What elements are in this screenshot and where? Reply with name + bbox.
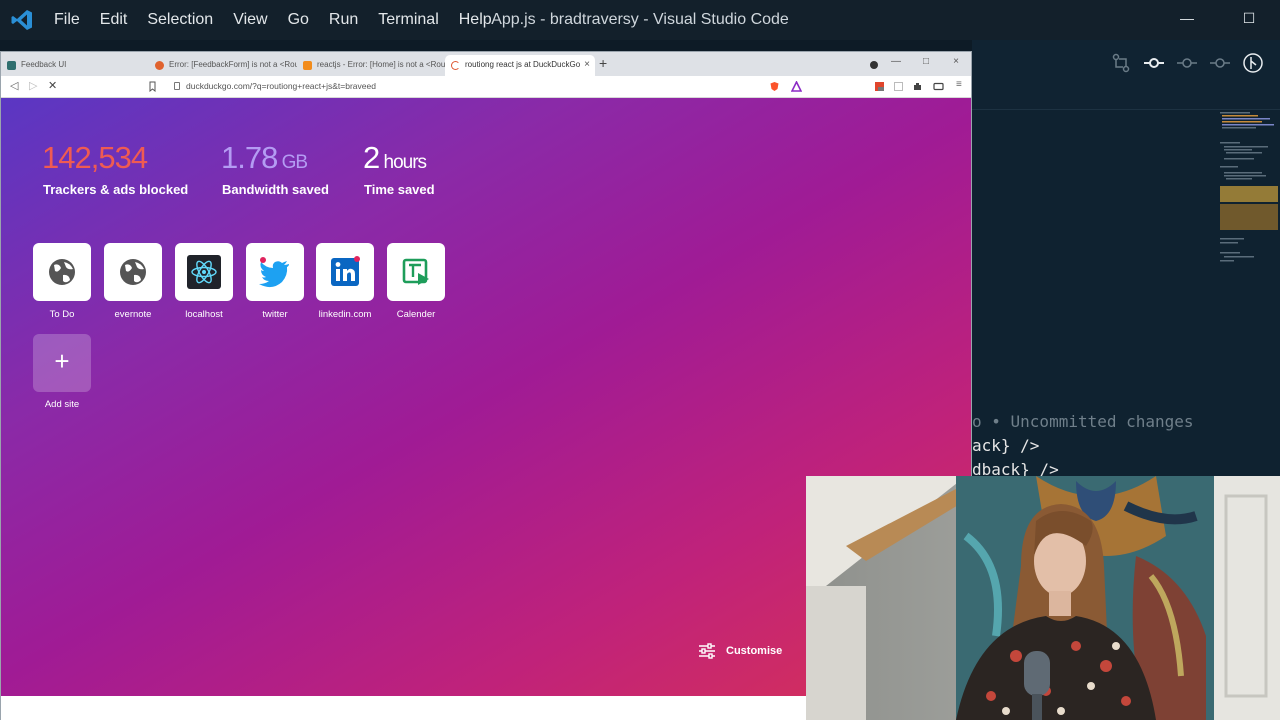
brave-favicon-icon (155, 61, 164, 70)
linkedin-icon (331, 256, 360, 286)
stop-icon[interactable]: ✕ (48, 79, 57, 92)
extension-icon[interactable] (893, 81, 904, 92)
git-blame-annotation: o • Uncommitted changes (972, 412, 1194, 431)
stat-value: 1.78 (221, 140, 278, 175)
react-icon (187, 255, 221, 289)
customise-button[interactable]: Customise (698, 643, 782, 659)
top-site-tile-todo[interactable] (33, 243, 91, 301)
add-site-button[interactable]: + (33, 334, 91, 392)
browser-minimize-button[interactable]: — (881, 52, 911, 76)
tile-label: evernote (114, 309, 152, 320)
minimize-button[interactable]: — (1156, 10, 1218, 27)
address-bar: ◁ ▷ ✕ duckduckgo.com/?q=routiong+react+j… (1, 76, 971, 98)
timeline-icon[interactable] (1242, 52, 1264, 74)
top-site-tile-calender[interactable] (387, 243, 445, 301)
source-control-compare-icon[interactable] (1110, 52, 1132, 74)
tab-strip: Feedback UI Error: [FeedbackForm] is not… (1, 52, 971, 76)
stat-unit: hours (379, 152, 428, 173)
bandwidth-label: Bandwidth saved (222, 182, 329, 197)
add-site-label: Add site (44, 399, 80, 410)
code-line: ack} /> (972, 436, 1040, 455)
top-site-tile-twitter[interactable] (246, 243, 304, 301)
tile-label: twitter (262, 309, 288, 320)
url-field[interactable]: duckduckgo.com/?q=routiong+react+js&t=br… (186, 81, 376, 91)
bookmark-icon[interactable] (147, 81, 158, 92)
git-next-icon[interactable] (1209, 52, 1231, 74)
window-title: App.js - bradtraversy - Visual Studio Co… (491, 11, 789, 28)
brave-shields-icon[interactable] (769, 81, 780, 92)
time-saved-label: Time saved (364, 182, 435, 197)
tab-label: routiong react js at DuckDuckGo (465, 60, 581, 69)
trackers-count: 142,534 (42, 140, 148, 176)
top-site-tile-evernote[interactable] (104, 243, 162, 301)
stackoverflow-favicon-icon (303, 61, 312, 70)
vscode-titlebar: File Edit Selection View Go Run Terminal… (0, 0, 1280, 40)
browser-maximize-button[interactable]: □ (911, 52, 941, 76)
twitter-icon (259, 257, 289, 288)
git-commit-icon[interactable] (1143, 52, 1165, 74)
loading-spinner-icon (451, 61, 460, 70)
tab-favicon-icon (7, 61, 16, 70)
tab-error-feedbackform[interactable]: Error: [FeedbackForm] is not a <Route> (149, 55, 297, 76)
code-snippet: o • Uncommitted changes ack} /> dback} /… (972, 410, 1212, 482)
back-icon[interactable]: ◁ (10, 79, 18, 92)
wallet-icon[interactable] (933, 81, 944, 92)
forward-icon[interactable]: ▷ (29, 79, 37, 92)
git-previous-icon[interactable] (1176, 52, 1198, 74)
tab-feedback-ui[interactable]: Feedback UI (1, 55, 149, 76)
editor-toolbar (972, 40, 1280, 110)
trackers-label: Trackers & ads blocked (43, 182, 189, 197)
minimap[interactable] (1218, 110, 1280, 310)
tab-label: reactjs - Error: [Home] is not a <Route> (317, 60, 445, 69)
tile-label: localhost (185, 309, 223, 320)
stat-unit: GB (277, 152, 308, 173)
tab-label: Feedback UI (21, 60, 67, 69)
record-indicator-icon (870, 61, 878, 69)
lock-icon[interactable] (174, 82, 180, 90)
browser-window-controls: — □ × (881, 52, 971, 76)
globe-icon (49, 259, 75, 285)
top-site-tile-linkedin[interactable] (316, 243, 374, 301)
tab-duckduckgo[interactable]: routiong react js at DuckDuckGo × (445, 55, 595, 76)
customise-label: Customise (726, 645, 783, 657)
time-saved: 2 hours (363, 140, 428, 176)
vscode-window-controls: — ☐ (1156, 10, 1280, 27)
maximize-button[interactable]: ☐ (1218, 10, 1280, 27)
new-tab-button[interactable]: + (599, 55, 607, 71)
tile-label: linkedin.com (318, 309, 372, 320)
sliders-icon (699, 643, 715, 659)
tab-label: Error: [FeedbackForm] is not a <Route> (169, 60, 297, 69)
bandwidth-saved: 1.78 GB (221, 140, 308, 176)
menu-icon[interactable]: ≡ (956, 79, 962, 90)
webcam-presenter-image (806, 476, 1280, 720)
browser-close-button[interactable]: × (941, 52, 971, 76)
stat-value: 142,534 (42, 140, 148, 175)
brave-rewards-icon[interactable] (791, 81, 802, 92)
extension-icon[interactable] (874, 81, 885, 92)
close-tab-icon[interactable]: × (584, 59, 590, 70)
puzzle-icon[interactable] (912, 81, 923, 92)
tile-label: Calender (396, 309, 436, 320)
top-site-tile-localhost[interactable] (175, 243, 233, 301)
tile-label: To Do (49, 309, 75, 320)
webcam-video (806, 476, 1280, 720)
stat-value: 2 (363, 140, 380, 175)
tab-reactjs-error[interactable]: reactjs - Error: [Home] is not a <Route> (297, 55, 445, 76)
calendar-icon (402, 258, 429, 285)
globe-icon (120, 259, 146, 285)
